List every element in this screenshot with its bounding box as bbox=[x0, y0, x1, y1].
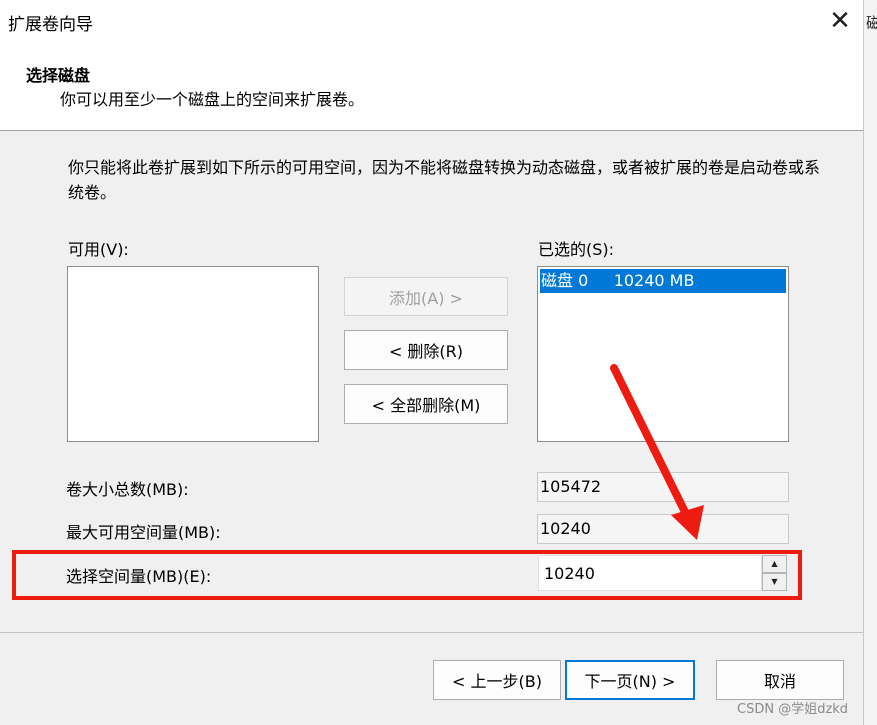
spin-down-icon[interactable]: ▼ bbox=[762, 573, 787, 591]
page-title: 选择磁盘 bbox=[26, 66, 91, 85]
total-size-label: 卷大小总数(MB): bbox=[66, 480, 189, 499]
available-label: 可用(V): bbox=[68, 240, 129, 259]
background-window-edge: 磁 bbox=[863, 0, 877, 725]
cancel-button[interactable]: 取消 bbox=[716, 660, 844, 700]
back-button[interactable]: < 上一步(B) bbox=[433, 660, 561, 700]
close-icon[interactable]: ✕ bbox=[820, 2, 860, 40]
select-space-label: 选择空间量(MB)(E): bbox=[66, 567, 212, 586]
footer-divider bbox=[0, 632, 863, 633]
page-subtitle: 你可以用至少一个磁盘上的空间来扩展卷。 bbox=[60, 90, 365, 109]
quantity-stepper: ▲ ▼ bbox=[762, 555, 787, 591]
window-title: 扩展卷向导 bbox=[8, 15, 93, 35]
list-item[interactable]: 磁盘 0 10240 MB bbox=[540, 269, 786, 293]
extend-volume-wizard-window: 扩展卷向导 ✕ 选择磁盘 你可以用至少一个磁盘上的空间来扩展卷。 你只能将此卷扩… bbox=[0, 0, 863, 725]
selected-label: 已选的(S): bbox=[538, 240, 615, 259]
spin-up-icon[interactable]: ▲ bbox=[762, 555, 787, 573]
watermark: CSDN @学姐dzkd bbox=[737, 702, 849, 717]
wizard-header: 选择磁盘 你可以用至少一个磁盘上的空间来扩展卷。 bbox=[0, 44, 863, 131]
remove-all-button[interactable]: < 全部删除(M) bbox=[344, 384, 508, 424]
total-size-value: 105472 bbox=[537, 472, 789, 502]
available-disks-list[interactable] bbox=[67, 266, 319, 442]
title-bar: 扩展卷向导 ✕ bbox=[0, 0, 863, 44]
next-button[interactable]: 下一页(N) > bbox=[565, 660, 695, 700]
max-space-label: 最大可用空间量(MB): bbox=[66, 523, 221, 542]
background-window-text: 磁 bbox=[866, 14, 877, 32]
selected-disks-list[interactable]: 磁盘 0 10240 MB bbox=[537, 266, 789, 442]
remove-button[interactable]: < 删除(R) bbox=[344, 330, 508, 370]
max-space-value: 10240 bbox=[537, 514, 789, 544]
select-space-input[interactable] bbox=[538, 555, 762, 591]
add-button[interactable]: 添加(A) > bbox=[344, 277, 508, 316]
description-text: 你只能将此卷扩展到如下所示的可用空间，因为不能将磁盘转换为动态磁盘，或者被扩展的… bbox=[68, 158, 821, 202]
